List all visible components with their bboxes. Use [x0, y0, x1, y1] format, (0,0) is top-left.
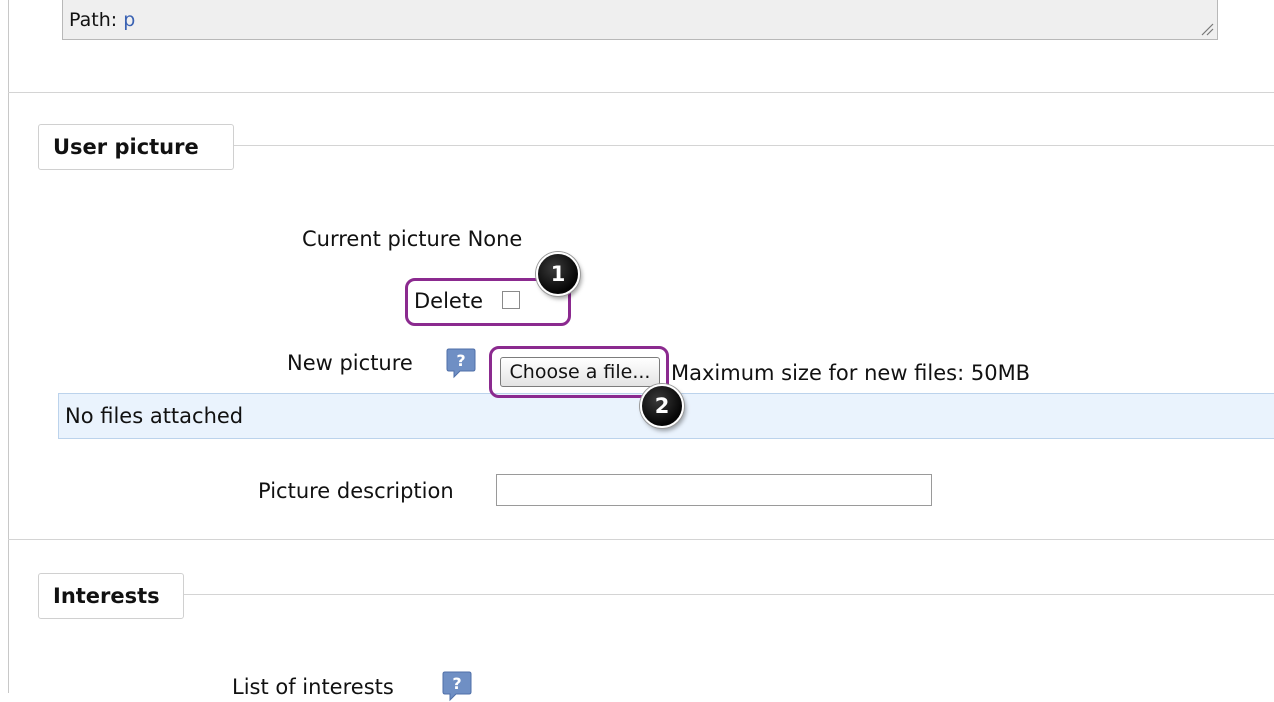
- svg-text:?: ?: [456, 351, 465, 370]
- interests-legend: Interests: [38, 573, 184, 619]
- annotation-marker-1: 1: [536, 252, 580, 296]
- path-label: Path:: [69, 9, 118, 31]
- list-of-interests-label: List of interests: [232, 675, 394, 699]
- interests-fieldset-top: [182, 594, 1274, 595]
- picture-description-label: Picture description: [258, 479, 454, 503]
- section-divider: [8, 92, 1274, 93]
- path-textarea[interactable]: Path: p: [62, 0, 1218, 40]
- resize-grip-icon[interactable]: [1200, 22, 1214, 36]
- max-size-text: Maximum size for new files: 50MB: [671, 361, 1031, 385]
- delete-checkbox[interactable]: [502, 291, 520, 309]
- new-picture-label: New picture: [287, 351, 413, 375]
- svg-text:?: ?: [452, 674, 461, 693]
- section-divider: [8, 539, 1274, 540]
- user-picture-fieldset-top: [232, 145, 1274, 146]
- annotation-marker-2: 2: [640, 384, 684, 428]
- user-picture-legend: User picture: [38, 124, 234, 170]
- choose-file-button[interactable]: Choose a file...: [500, 357, 660, 387]
- current-picture-text: Current picture None: [302, 227, 523, 251]
- help-question-icon[interactable]: ?: [446, 347, 476, 379]
- page-left-border: [8, 0, 9, 693]
- picture-description-input[interactable]: [496, 474, 932, 506]
- help-question-icon[interactable]: ?: [442, 670, 472, 702]
- path-value-link[interactable]: p: [123, 9, 135, 31]
- delete-label: Delete: [414, 289, 483, 313]
